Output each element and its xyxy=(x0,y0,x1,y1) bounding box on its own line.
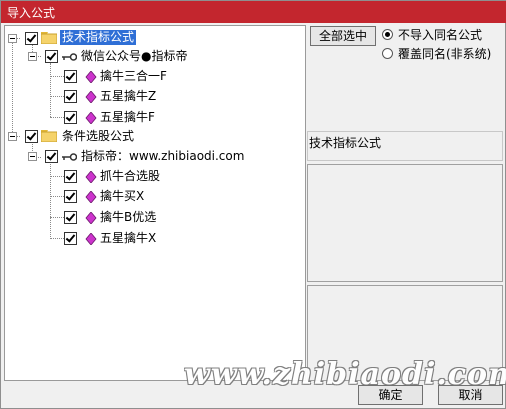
formula-label: 五星擒牛X xyxy=(100,231,157,245)
select-all-button[interactable]: 全部选中 xyxy=(310,26,376,46)
tree-leaf-formula[interactable]: 擒牛三合一F xyxy=(5,69,305,86)
subgroup-label: 微信公众号●指标帝 xyxy=(81,49,188,63)
formula-detail-panel xyxy=(307,164,503,282)
subgroup-checkbox[interactable] xyxy=(45,50,58,63)
cancel-button[interactable]: 取消 xyxy=(438,385,503,405)
collapse-toggle[interactable] xyxy=(28,152,37,161)
tree-leaf-formula[interactable]: 五星擒牛Z xyxy=(5,89,305,106)
key-icon xyxy=(62,53,77,61)
formula-icon xyxy=(85,91,97,103)
tree-leaf-formula[interactable]: 擒牛买X xyxy=(5,189,305,206)
radio-skip-same-name[interactable] xyxy=(382,29,393,40)
tree-leaf-formula[interactable]: 五星擒牛F xyxy=(5,110,305,127)
radio-overwrite-label: 覆盖同名(非系统) xyxy=(398,47,492,61)
subgroup-label: 指标帝：www.zhibiaodi.com xyxy=(81,149,245,163)
tree-leaf-formula[interactable]: 抓牛合选股 xyxy=(5,169,305,186)
collapse-toggle[interactable] xyxy=(28,52,37,61)
info-panel-title: 技术指标公式 xyxy=(309,136,382,150)
tree-subgroup-wechat[interactable]: 微信公众号●指标帝 xyxy=(5,49,305,66)
formula-icon xyxy=(85,71,97,83)
group-label: 技术指标公式 xyxy=(60,30,137,45)
formula-label: 抓牛合选股 xyxy=(100,169,161,183)
formula-icon xyxy=(85,233,97,245)
title-bar[interactable]: 导入公式 xyxy=(1,1,506,23)
tree-group-indicator-formulas[interactable]: 技术指标公式 xyxy=(5,30,305,46)
window-title: 导入公式 xyxy=(7,6,56,20)
formula-checkbox[interactable] xyxy=(64,190,77,203)
radio-skip-label: 不导入同名公式 xyxy=(398,28,483,42)
formula-icon xyxy=(85,112,97,124)
formula-checkbox[interactable] xyxy=(64,70,77,83)
formula-icon xyxy=(85,171,97,183)
group-label: 条件选股公式 xyxy=(62,129,135,143)
formula-label: 五星擒牛Z xyxy=(100,89,157,103)
folder-icon xyxy=(41,130,57,142)
formula-label: 五星擒牛F xyxy=(100,110,155,124)
key-icon xyxy=(62,153,77,161)
radio-overwrite-same-name[interactable] xyxy=(382,48,393,59)
ok-button[interactable]: 确定 xyxy=(358,385,423,405)
formula-label: 擒牛买X xyxy=(100,189,145,203)
formula-label: 擒牛三合一F xyxy=(100,69,167,83)
formula-checkbox[interactable] xyxy=(64,232,77,245)
subgroup-checkbox[interactable] xyxy=(45,150,58,163)
formula-label: 擒牛B优选 xyxy=(100,210,157,224)
formula-checkbox[interactable] xyxy=(64,90,77,103)
tree-subgroup-zhibiaodi[interactable]: 指标帝：www.zhibiaodi.com xyxy=(5,149,305,166)
collapse-toggle[interactable] xyxy=(8,132,17,141)
formula-tree[interactable]: 技术指标公式 微信公众号●指标帝 擒牛三合一F 五星擒牛Z 五星擒牛F 条件选股… xyxy=(4,25,306,381)
formula-icon xyxy=(85,212,97,224)
tree-leaf-formula[interactable]: 五星擒牛X xyxy=(5,231,305,248)
folder-icon xyxy=(41,32,57,44)
group-checkbox[interactable] xyxy=(25,130,38,143)
import-formula-dialog: 导入公式 技术指标公式 微信公众号●指标帝 擒牛三合一F 五星擒牛Z 五星擒牛F… xyxy=(0,0,506,409)
tree-leaf-formula[interactable]: 擒牛B优选 xyxy=(5,210,305,227)
formula-icon xyxy=(85,191,97,203)
formula-checkbox[interactable] xyxy=(64,111,77,124)
group-checkbox[interactable] xyxy=(25,32,38,45)
formula-checkbox[interactable] xyxy=(64,211,77,224)
tree-group-screening-formulas[interactable]: 条件选股公式 xyxy=(5,129,305,146)
formula-checkbox[interactable] xyxy=(64,170,77,183)
collapse-toggle[interactable] xyxy=(8,34,17,43)
